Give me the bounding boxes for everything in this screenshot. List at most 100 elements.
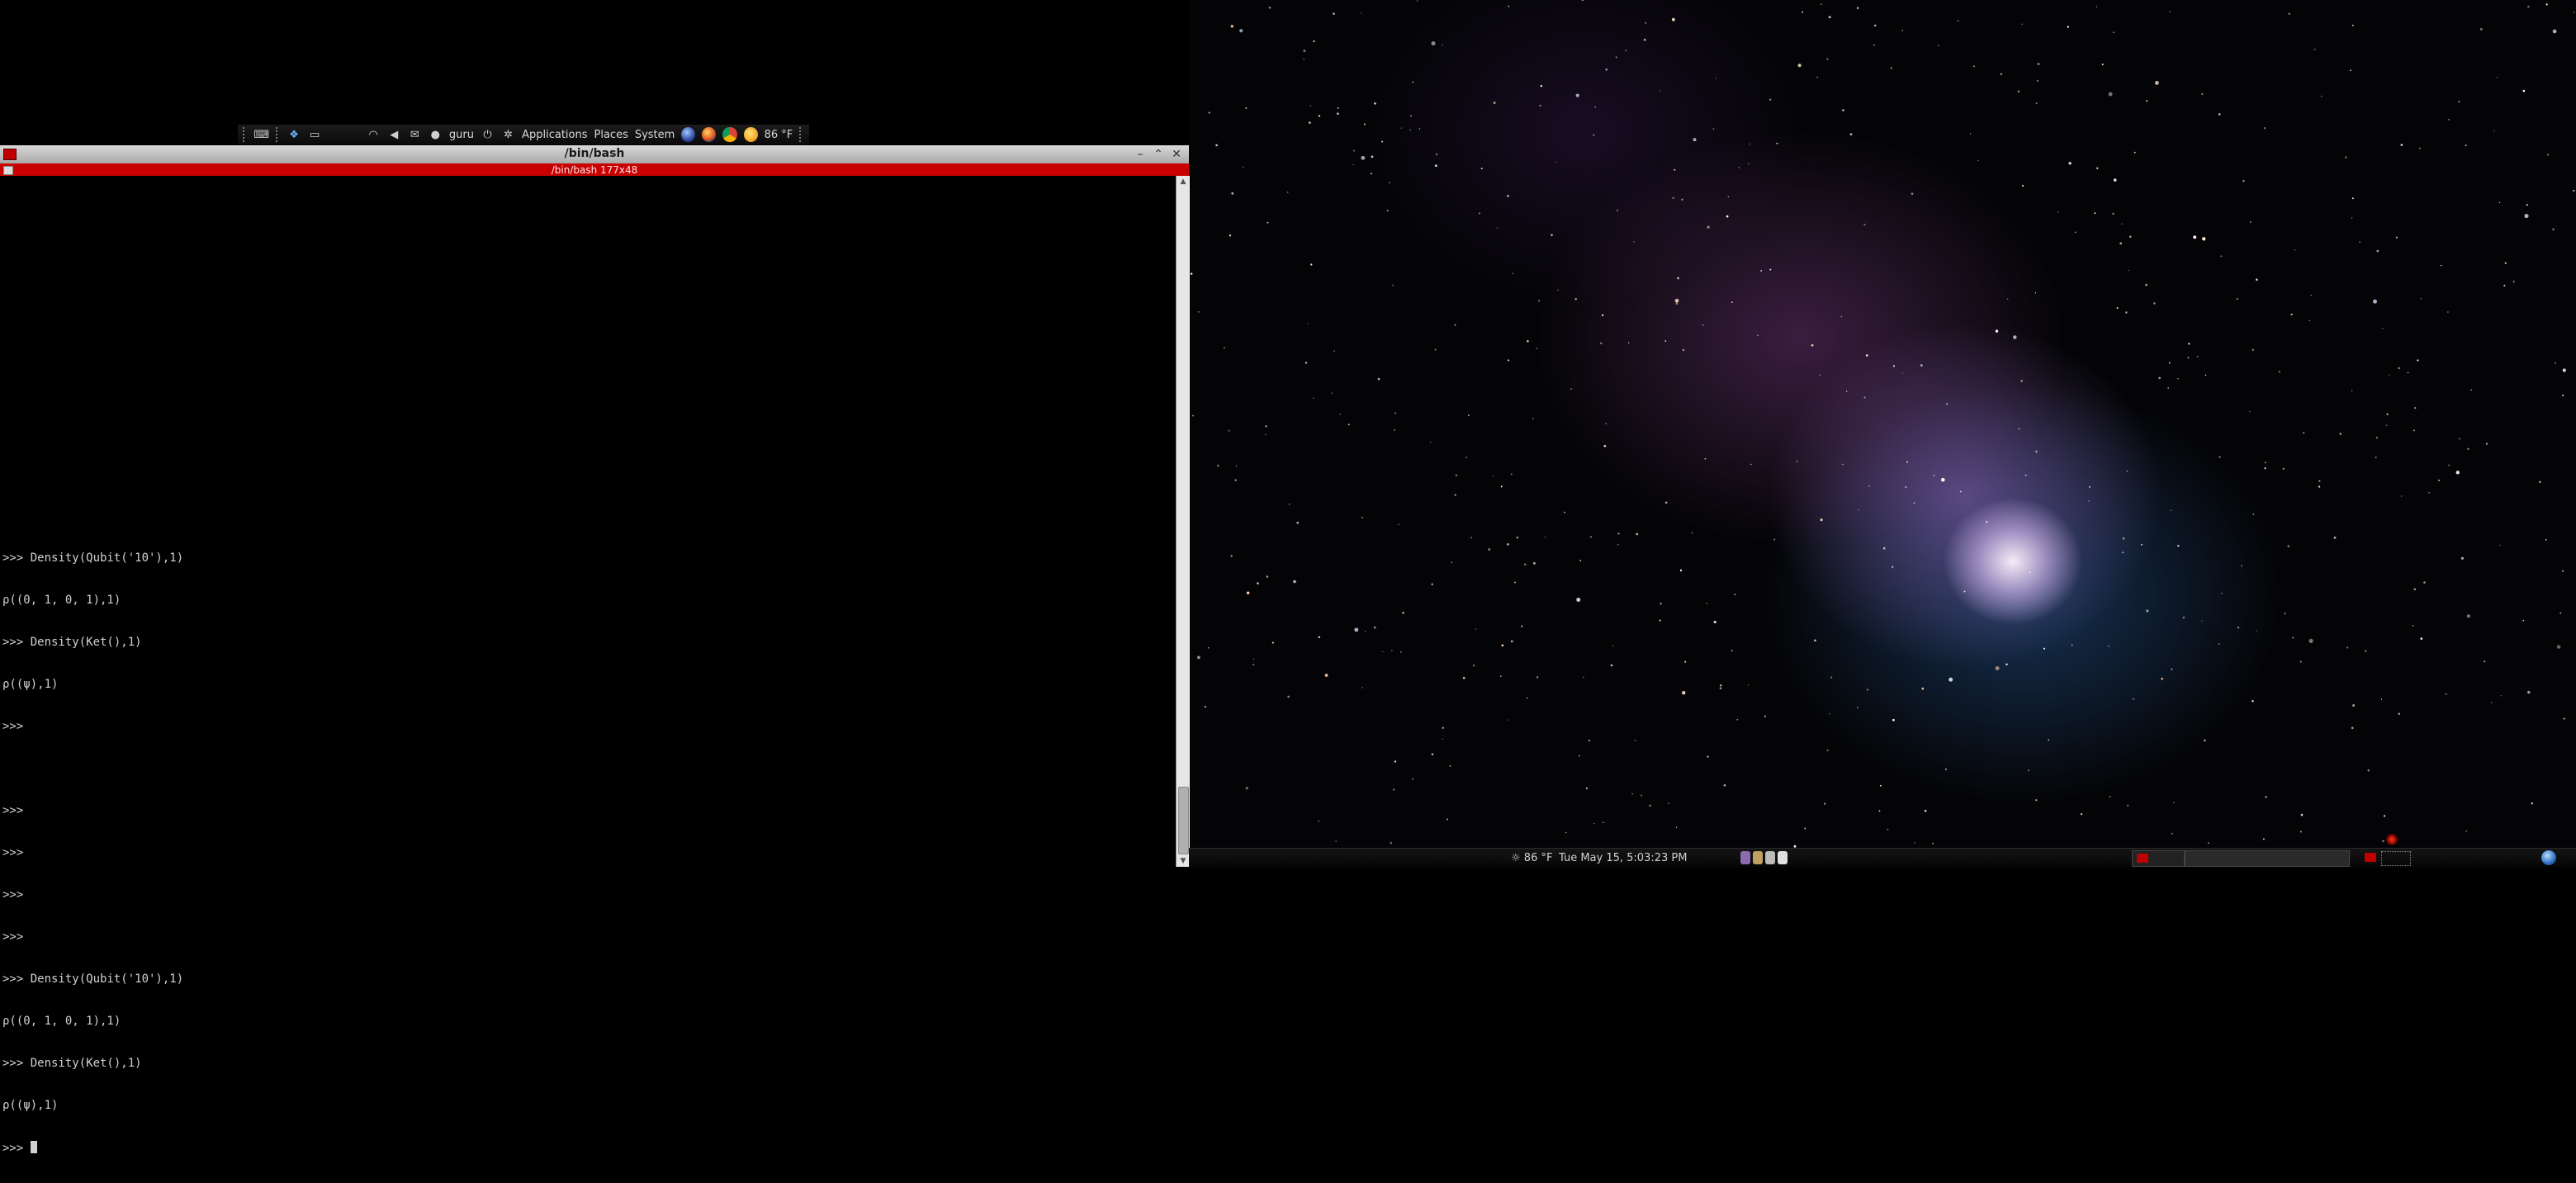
battery-icon[interactable] [1778, 851, 1788, 864]
power-icon[interactable]: ⏻ [481, 127, 495, 142]
star [1507, 719, 1508, 721]
terminal-output[interactable]: >>> Density(Qubit('10'),1) ρ((0, 1, 0, 1… [0, 176, 1176, 1155]
keyboard-icon[interactable]: ⌨ [253, 127, 269, 142]
taskbar-item-empty[interactable] [2185, 850, 2350, 867]
star [2021, 184, 2024, 187]
terminal-scrollbar[interactable]: ▲ ▼ [1176, 176, 1190, 867]
star [1693, 138, 1697, 142]
star [2466, 614, 2470, 618]
star [2398, 712, 2400, 715]
menu-applications[interactable]: Applications [522, 129, 587, 141]
star [1702, 324, 1704, 326]
pidgin-icon[interactable] [1740, 851, 1750, 864]
scrollbar-thumb[interactable] [1178, 787, 1189, 854]
system-tray [1740, 851, 1788, 864]
globe-icon[interactable] [2541, 850, 2556, 865]
weather-temp[interactable]: 86 °F [765, 129, 793, 141]
star [1764, 715, 1766, 717]
star [1820, 3, 1822, 5]
star [1933, 474, 1935, 476]
star [1365, 631, 1366, 632]
star [1829, 713, 1830, 715]
network-icon[interactable] [1765, 851, 1775, 864]
chrome-icon[interactable] [722, 127, 737, 142]
window-title: /bin/bash [564, 147, 625, 160]
star [2382, 840, 2384, 843]
globe-icon[interactable] [681, 127, 696, 142]
star [2201, 92, 2204, 96]
star [1382, 651, 1384, 652]
star [2000, 73, 2003, 76]
star [1510, 640, 1513, 643]
star [2068, 162, 2072, 165]
volume-icon[interactable]: ◀ [387, 127, 401, 142]
star [1538, 300, 1541, 302]
star [1412, 81, 1414, 83]
star [2132, 698, 2135, 700]
applet-icon[interactable] [1753, 851, 1763, 864]
user-name[interactable]: guru [449, 129, 474, 141]
star [1400, 651, 1402, 653]
scroll-down-icon[interactable]: ▼ [1177, 855, 1190, 867]
star [1583, 676, 1584, 678]
star [1207, 647, 1210, 649]
star [1245, 106, 1248, 110]
menu-places[interactable]: Places [594, 129, 628, 141]
star [1287, 695, 1290, 698]
menu-system[interactable]: System [635, 129, 675, 141]
star [1890, 67, 1892, 69]
star [1521, 625, 1523, 627]
weather-icon[interactable] [743, 127, 758, 142]
star [1507, 195, 1509, 197]
star [2373, 299, 2377, 304]
star [2265, 796, 2267, 798]
star [1536, 348, 1537, 349]
star [2499, 545, 2501, 547]
wifi-icon[interactable]: ◠ [367, 127, 381, 142]
display-icon[interactable]: ▭ [308, 127, 322, 142]
scroll-up-icon[interactable]: ▲ [1177, 176, 1190, 187]
grip-icon[interactable] [243, 127, 248, 142]
star [1418, 128, 1421, 130]
star [1712, 128, 1715, 130]
panel-weather[interactable]: ☼ 86 °F [1511, 852, 1552, 864]
mail-icon[interactable]: ✉ [408, 127, 422, 142]
grip-icon[interactable] [275, 127, 281, 142]
terminal-line: ρ((ψ),1) [2, 1099, 59, 1112]
star [2412, 625, 2414, 627]
ubuntu-logo-icon[interactable]: ✲ [501, 127, 515, 142]
terminal-line: >>> Density(Qubit('10'),1) [2, 551, 184, 565]
star [2413, 429, 2415, 432]
star [1496, 227, 1498, 229]
star [2122, 551, 2124, 554]
star [2484, 660, 2486, 663]
star [2043, 647, 2046, 650]
star [2158, 376, 2161, 380]
star [2024, 474, 2027, 476]
star [2299, 660, 2302, 663]
star [2080, 813, 2083, 816]
terminal-tab[interactable]: /bin/bash 177x48 [0, 163, 1189, 176]
workspace-switcher[interactable] [2381, 851, 2411, 866]
star [1333, 12, 1335, 15]
chat-icon[interactable]: ● [429, 127, 443, 142]
panel-clock[interactable]: Tue May 15, 5:03:23 PM [1559, 852, 1687, 864]
star [1811, 343, 1814, 347]
minimize-icon[interactable]: – [1133, 147, 1148, 162]
firefox-icon[interactable] [702, 127, 717, 142]
star [1462, 676, 1466, 679]
dropbox-icon[interactable]: ❖ [287, 127, 301, 142]
star [2035, 451, 2038, 453]
star [2351, 197, 2354, 200]
star [1296, 521, 1300, 524]
star [2380, 698, 2383, 700]
star [2383, 815, 2386, 817]
star [2126, 471, 2129, 472]
grip-icon[interactable] [799, 127, 804, 142]
star [1659, 619, 1661, 622]
close-icon[interactable]: ✕ [1169, 147, 1184, 162]
terminal-line: >>> Density(Qubit('10'),1) [2, 972, 184, 986]
maximize-icon[interactable]: ⌃ [1151, 147, 1166, 162]
show-desktop-icon[interactable] [2365, 853, 2376, 862]
window-titlebar[interactable]: /bin/bash – ⌃ ✕ [0, 145, 1189, 164]
